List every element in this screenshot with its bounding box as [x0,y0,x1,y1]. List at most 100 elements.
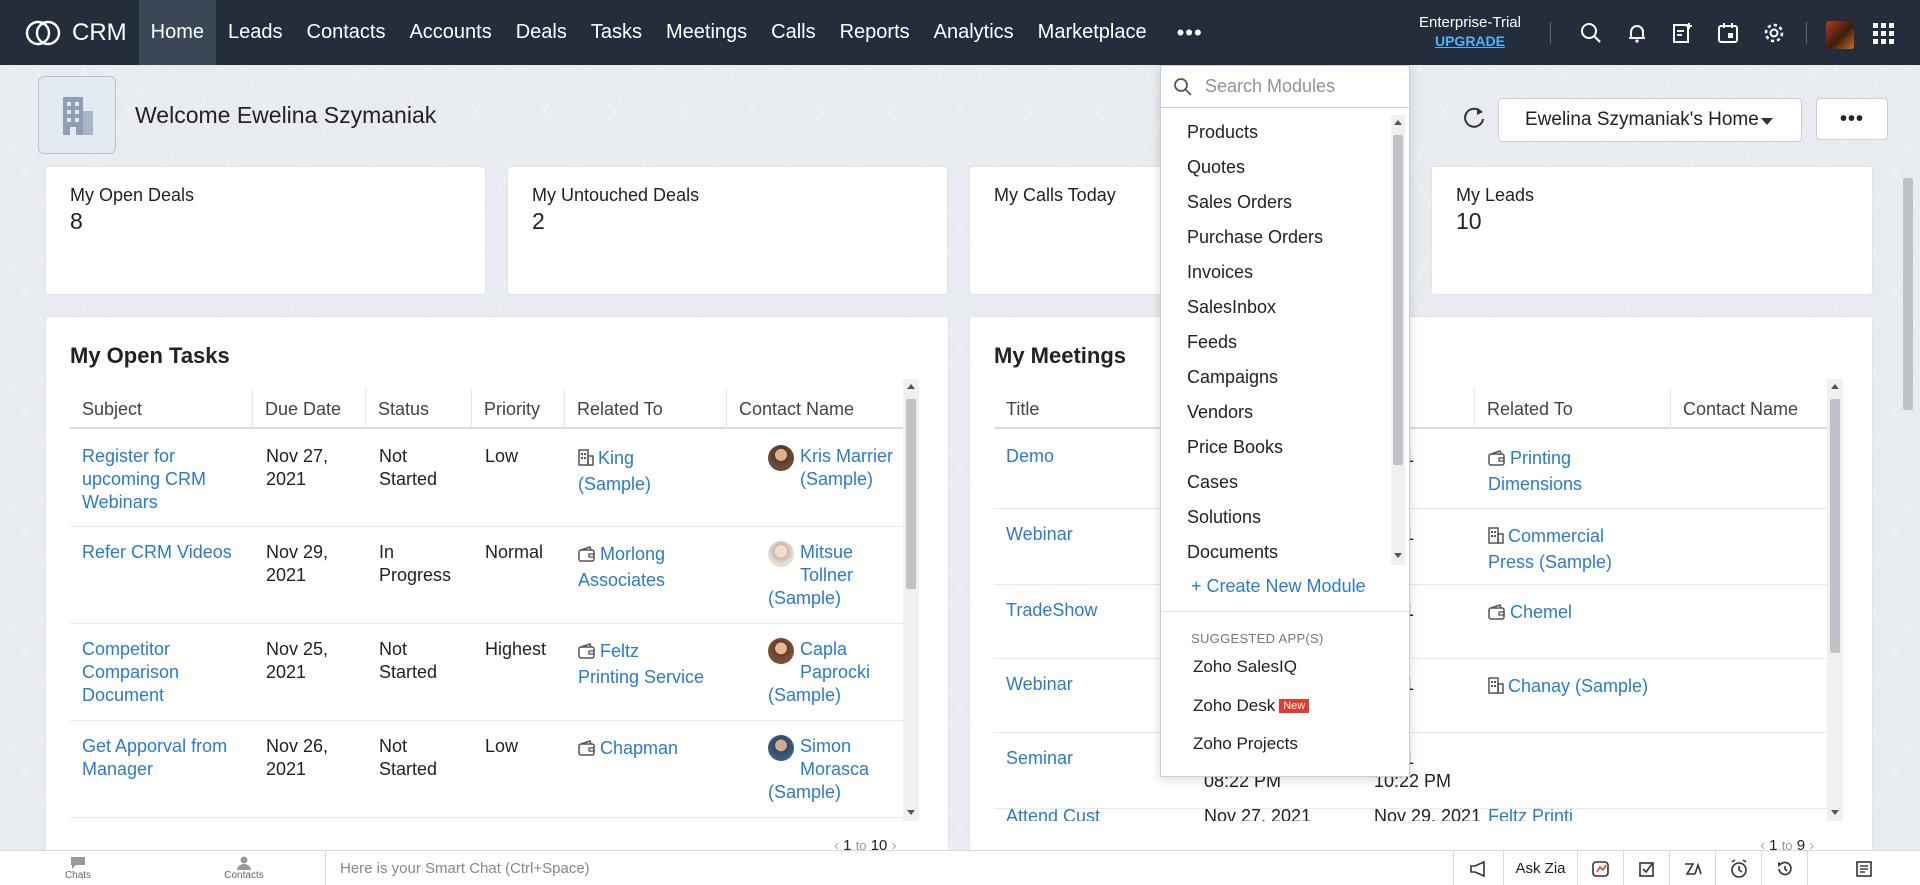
suggested-app-salesiq[interactable]: Zoho SalesIQ [1193,657,1297,677]
column-header[interactable]: Priority [471,389,564,429]
module-item-documents[interactable]: Documents [1187,542,1278,563]
task-subject-link[interactable]: Refer CRM Videos [82,541,247,564]
meeting-title-link[interactable]: Webinar [1006,673,1073,696]
task-contact-link[interactable]: Simon Morasca (Sample) [768,735,910,804]
gear-icon[interactable] [1759,18,1789,48]
translate-icon[interactable] [1669,851,1715,885]
scroll-up-icon[interactable] [907,384,915,389]
task-subject-link[interactable]: Register for upcoming CRM Webinars [82,445,247,514]
nav-home[interactable]: Home [138,0,217,65]
module-search-input[interactable] [1205,76,1395,97]
home-view-selector[interactable]: Ewelina Szymaniak's Home [1498,98,1802,142]
scroll-down-icon[interactable] [1831,810,1839,815]
task-related-link[interactable]: King (Sample) [578,445,651,497]
module-item-price-books[interactable]: Price Books [1187,437,1283,458]
scroll-up-icon[interactable] [1394,120,1402,125]
meeting-title-link[interactable]: Attend Cust [1006,809,1100,821]
module-list-scrollbar[interactable] [1391,115,1405,565]
alarm-clock-icon[interactable] [1715,851,1761,885]
tasks-scrollbar[interactable] [903,379,919,821]
stat-card-open-deals[interactable]: My Open Deals 8 [45,166,486,295]
nav-tasks[interactable]: Tasks [579,0,654,65]
nav-meetings[interactable]: Meetings [654,0,759,65]
column-header[interactable]: Contact Name [1670,389,1834,429]
bell-icon[interactable] [1622,18,1652,48]
task-related-link[interactable]: Feltz Printing Service [578,638,704,690]
column-header[interactable]: Status [365,389,471,429]
column-header[interactable]: Due Date [252,389,365,429]
column-header[interactable]: Contact Name [726,389,910,429]
column-header[interactable]: Related To [1474,389,1670,429]
upgrade-link[interactable]: UPGRADE [1400,32,1540,50]
search-icon[interactable] [1576,18,1606,48]
suggested-app-projects[interactable]: Zoho Projects [1193,734,1298,754]
module-item-purchase-orders[interactable]: Purchase Orders [1187,227,1323,248]
crm-logo[interactable]: CRM [0,0,139,65]
apps-grid-icon[interactable] [1868,18,1898,48]
task-related-link[interactable]: Morlong Associates [578,541,665,593]
create-new-module-link[interactable]: + Create New Module [1191,576,1366,597]
scroll-up-icon[interactable] [1831,384,1839,389]
task-subject-link[interactable]: Competitor Comparison Document [82,638,247,707]
scrollbar-thumb[interactable] [1830,399,1840,653]
chats-tab[interactable]: Chats [48,851,108,885]
module-item-cases[interactable]: Cases [1187,472,1238,493]
meeting-related-link[interactable]: Printing Dimensions [1488,445,1582,497]
module-item-salesinbox[interactable]: SalesInbox [1187,297,1276,318]
column-header[interactable]: Subject [70,389,252,429]
ask-zia-button[interactable]: Ask Zia [1503,851,1577,885]
module-item-solutions[interactable]: Solutions [1187,507,1261,528]
meeting-related-link[interactable]: Commercial Press (Sample) [1488,523,1612,575]
column-header[interactable]: Related To [564,389,726,429]
module-item-invoices[interactable]: Invoices [1187,262,1253,283]
smart-chat-input[interactable]: Here is your Smart Chat (Ctrl+Space) [325,851,1453,885]
calendar-icon[interactable] [1713,18,1743,48]
page-scrollbar[interactable] [1900,158,1916,850]
nav-analytics[interactable]: Analytics [922,0,1026,65]
zia-insights-icon[interactable] [1577,851,1623,885]
task-contact-link[interactable]: Capla Paprocki (Sample) [768,638,910,707]
notes-icon[interactable] [1807,851,1920,885]
nav-marketplace[interactable]: Marketplace [1026,0,1159,65]
suggested-app-desk[interactable]: Zoho Desk New [1193,696,1310,716]
nav-reports[interactable]: Reports [828,0,922,65]
module-item-campaigns[interactable]: Campaigns [1187,367,1278,388]
megaphone-icon[interactable] [1453,851,1503,885]
nav-calls[interactable]: Calls [759,0,827,65]
scrollbar-thumb[interactable] [1903,178,1913,410]
meeting-related-link[interactable]: Feltz Printi [1488,809,1573,821]
nav-leads[interactable]: Leads [216,0,295,65]
meeting-title-link[interactable]: Demo [1006,445,1054,468]
stat-card-my-leads[interactable]: My Leads 10 [1431,166,1873,295]
scrollbar-thumb[interactable] [906,399,916,589]
task-contact-link[interactable]: Kris Marrier (Sample) [768,445,910,491]
user-avatar[interactable] [1826,21,1854,49]
contacts-tab[interactable]: Contacts [214,851,274,885]
nav-more-button[interactable]: ••• [1159,0,1221,65]
home-more-button[interactable]: ••• [1816,98,1888,140]
scroll-down-icon[interactable] [907,810,915,815]
module-item-feeds[interactable]: Feeds [1187,332,1237,353]
meeting-related-link[interactable]: Chanay (Sample) [1488,673,1648,699]
meetings-scrollbar[interactable] [1827,379,1843,821]
module-item-products[interactable]: Products [1187,122,1258,143]
meeting-title-link[interactable]: Seminar [1006,747,1073,770]
module-item-quotes[interactable]: Quotes [1187,157,1245,178]
refresh-icon[interactable] [1460,104,1490,134]
meeting-title-link[interactable]: TradeShow [1006,599,1097,622]
meeting-related-link[interactable]: Chemel [1488,599,1572,625]
scrollbar-thumb[interactable] [1393,135,1403,465]
task-related-link[interactable]: Chapman [578,735,678,761]
module-item-sales-orders[interactable]: Sales Orders [1187,192,1292,213]
scroll-down-icon[interactable] [1394,553,1402,558]
task-contact-link[interactable]: Mitsue Tollner (Sample) [768,541,910,610]
nav-contacts[interactable]: Contacts [295,0,398,65]
meeting-title-link[interactable]: Webinar [1006,523,1073,546]
checklist-icon[interactable] [1623,851,1669,885]
stat-card-untouched-deals[interactable]: My Untouched Deals 2 [507,166,948,295]
nav-deals[interactable]: Deals [504,0,579,65]
nav-accounts[interactable]: Accounts [397,0,503,65]
module-item-vendors[interactable]: Vendors [1187,402,1253,423]
add-task-icon[interactable] [1667,18,1697,48]
history-icon[interactable] [1761,851,1807,885]
